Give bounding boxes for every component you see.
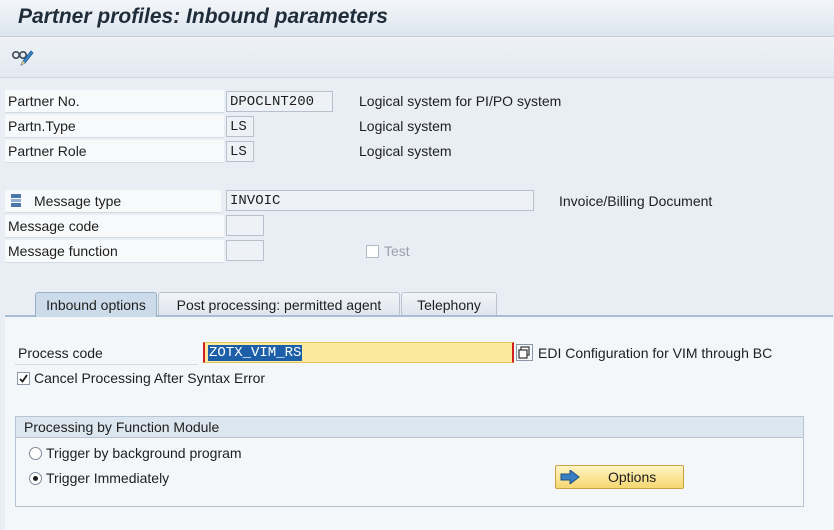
message-type-label: Message type xyxy=(34,193,122,209)
partner-role-field[interactable]: LS xyxy=(226,141,254,162)
tab-inbound-options[interactable]: Inbound options xyxy=(35,292,157,317)
radio-background-program[interactable] xyxy=(29,447,42,460)
tab-telephony[interactable]: Telephony xyxy=(401,292,497,317)
display-change-button[interactable] xyxy=(9,45,35,69)
hierarchy-icon xyxy=(11,194,21,207)
message-type-row: Message type xyxy=(5,190,221,213)
radio-immediately-label: Trigger Immediately xyxy=(46,470,170,486)
cancel-processing-label: Cancel Processing After Syntax Error xyxy=(34,370,266,386)
partner-no-description: Logical system for PI/PO system xyxy=(359,93,562,109)
processing-group: Processing by Function Module Trigger by… xyxy=(15,416,804,507)
arrow-right-icon xyxy=(560,470,580,484)
cancel-processing-checkbox[interactable] xyxy=(17,372,30,385)
glasses-pencil-icon xyxy=(11,50,34,66)
title-bar: Partner profiles: Inbound parameters xyxy=(0,0,834,37)
options-button[interactable]: Options xyxy=(555,465,684,489)
process-code-field[interactable]: ZOTX_VIM_RS xyxy=(203,342,514,363)
radio-background-label: Trigger by background program xyxy=(46,445,242,461)
partner-role-description: Logical system xyxy=(359,143,452,159)
value-help-button[interactable] xyxy=(516,344,533,361)
message-function-field[interactable] xyxy=(226,240,264,261)
message-type-field[interactable]: INVOIC xyxy=(226,190,534,211)
radio-trigger-immediately[interactable] xyxy=(29,472,42,485)
partner-no-label: Partner No. xyxy=(5,90,224,113)
process-code-value: ZOTX_VIM_RS xyxy=(208,345,303,361)
process-code-label: Process code xyxy=(15,342,198,365)
partner-type-field[interactable]: LS xyxy=(226,116,254,137)
test-label: Test xyxy=(384,243,410,259)
message-code-label: Message code xyxy=(5,215,224,238)
message-function-label: Message function xyxy=(5,240,224,263)
test-checkbox[interactable] xyxy=(366,245,379,258)
application-toolbar xyxy=(0,37,834,78)
message-code-field[interactable] xyxy=(226,215,264,236)
partner-role-label: Partner Role xyxy=(5,140,224,163)
options-button-label: Options xyxy=(608,469,657,485)
partner-type-label: Partn.Type xyxy=(5,115,224,138)
partner-type-description: Logical system xyxy=(359,118,452,134)
process-code-description: EDI Configuration for VIM through BC xyxy=(538,345,773,361)
page-title: Partner profiles: Inbound parameters xyxy=(18,5,388,28)
partner-no-field[interactable]: DPOCLNT200 xyxy=(226,91,333,112)
main-content: Partner No. DPOCLNT200 Logical system fo… xyxy=(0,78,834,530)
inbound-options-panel: Process code ZOTX_VIM_RS EDI Configurati… xyxy=(5,315,833,530)
checkmark-icon xyxy=(19,374,28,383)
processing-group-title: Processing by Function Module xyxy=(16,417,803,438)
tab-post-processing[interactable]: Post processing: permitted agent xyxy=(158,292,400,317)
message-type-description: Invoice/Billing Document xyxy=(559,193,713,209)
copy-icon xyxy=(518,346,530,359)
